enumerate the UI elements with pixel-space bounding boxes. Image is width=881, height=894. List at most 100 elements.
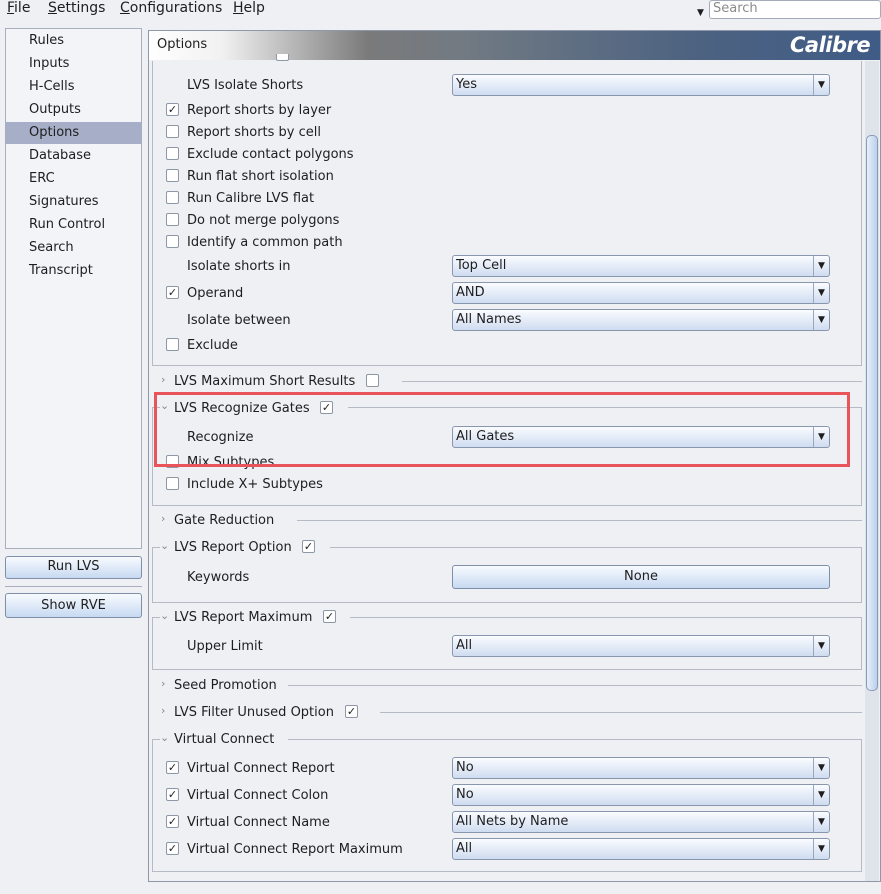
vc-colon-value: No	[456, 787, 474, 802]
isolate-shorts-value: Yes	[456, 77, 477, 92]
keywords-label: Keywords	[187, 570, 250, 585]
menu-settings[interactable]: Settings	[48, 0, 105, 18]
panel-title: Options	[157, 37, 208, 52]
sidebar-item-search[interactable]: Search	[6, 237, 141, 259]
max-short-label[interactable]: LVS Maximum Short Results	[174, 374, 355, 390]
vc-colon-checkbox[interactable]: ✓	[166, 788, 179, 801]
common-path-label: Identify a common path	[187, 235, 343, 250]
chevron-down-icon: ▼	[813, 812, 829, 832]
chevron-down-icon[interactable]: ⌄	[160, 732, 169, 744]
run-flat-isolation-checkbox[interactable]	[166, 169, 179, 182]
menu-settings-mnemonic: S	[48, 0, 57, 16]
menu-file-mnemonic: F	[7, 0, 15, 16]
no-merge-checkbox[interactable]	[166, 213, 179, 226]
panel-header	[149, 31, 880, 60]
report-maximum-label[interactable]: LVS Report Maximum	[174, 610, 312, 626]
sidebar-item-h-cells[interactable]: H-Cells	[6, 76, 141, 98]
report-by-cell-checkbox[interactable]	[166, 125, 179, 138]
sidebar-item-transcript[interactable]: Transcript	[6, 260, 141, 282]
chevron-right-icon[interactable]: ›	[161, 678, 165, 690]
chevron-down-icon: ▼	[813, 839, 829, 859]
isolate-in-select[interactable]: Top Cell ▼	[452, 255, 830, 277]
menu-file[interactable]: File	[7, 0, 30, 18]
no-merge-label: Do not merge polygons	[187, 213, 340, 228]
section-divider	[288, 685, 862, 686]
exclude-contact-checkbox[interactable]	[166, 147, 179, 160]
vc-name-value: All Nets by Name	[456, 814, 569, 829]
exclude-checkbox[interactable]	[166, 338, 179, 351]
chevron-down-icon[interactable]: ⌄	[160, 610, 169, 622]
search-dropdown-icon[interactable]: ▼	[697, 8, 704, 18]
vc-report-max-checkbox[interactable]: ✓	[166, 842, 179, 855]
operand-checkbox[interactable]: ✓	[166, 286, 179, 299]
sidebar-item-signatures[interactable]: Signatures	[6, 191, 141, 213]
include-x-subtypes-checkbox[interactable]	[166, 477, 179, 490]
checkbox-partial[interactable]	[276, 54, 289, 61]
run-calibre-flat-checkbox[interactable]	[166, 191, 179, 204]
sidebar-item-outputs[interactable]: Outputs	[6, 99, 141, 121]
vc-colon-label: Virtual Connect Colon	[187, 788, 329, 803]
sidebar-item-options[interactable]: Options	[6, 122, 141, 144]
section-divider	[297, 520, 862, 521]
chevron-right-icon[interactable]: ›	[161, 374, 165, 386]
show-rve-button[interactable]: Show RVE	[5, 593, 142, 618]
filter-unused-label[interactable]: LVS Filter Unused Option	[174, 705, 334, 721]
chevron-right-icon[interactable]: ›	[161, 705, 165, 717]
section-divider	[380, 712, 862, 713]
filter-unused-checkbox[interactable]: ✓	[345, 705, 358, 718]
run-calibre-flat-label: Run Calibre LVS flat	[187, 191, 315, 206]
vc-name-label: Virtual Connect Name	[187, 815, 330, 830]
virtual-connect-label[interactable]: Virtual Connect	[174, 732, 274, 748]
max-short-checkbox[interactable]	[366, 374, 379, 387]
operand-value: AND	[456, 285, 485, 300]
exclude-contact-label: Exclude contact polygons	[187, 147, 354, 162]
vc-report-checkbox[interactable]: ✓	[166, 761, 179, 774]
chevron-down-icon: ▼	[813, 256, 829, 276]
report-maximum-checkbox[interactable]: ✓	[323, 610, 336, 623]
vc-name-checkbox[interactable]: ✓	[166, 815, 179, 828]
sidebar-item-run-control[interactable]: Run Control	[6, 214, 141, 236]
search-input[interactable]: Search	[709, 0, 881, 19]
menu-help[interactable]: Help	[233, 0, 265, 18]
isolate-in-label: Isolate shorts in	[187, 259, 291, 274]
seed-promotion-label[interactable]: Seed Promotion	[174, 678, 277, 694]
menu-settings-label: ettings	[56, 0, 106, 16]
chevron-down-icon: ▼	[813, 75, 829, 95]
operand-select[interactable]: AND ▼	[452, 282, 830, 304]
chevron-down-icon: ▼	[813, 758, 829, 778]
menu-configurations[interactable]: Configurations	[120, 0, 222, 18]
vc-colon-select[interactable]: No ▼	[452, 784, 830, 806]
sidebar-item-database[interactable]: Database	[6, 145, 141, 167]
isolate-in-value: Top Cell	[456, 258, 507, 273]
report-option-label[interactable]: LVS Report Option	[174, 540, 292, 556]
report-option-checkbox[interactable]: ✓	[302, 540, 315, 553]
upper-limit-select[interactable]: All ▼	[452, 635, 830, 657]
vc-report-select[interactable]: No ▼	[452, 757, 830, 779]
menu-configurations-mnemonic: C	[120, 0, 130, 16]
include-x-subtypes-label: Include X+ Subtypes	[187, 477, 323, 492]
chevron-right-icon[interactable]: ›	[161, 513, 165, 525]
scrollbar-thumb[interactable]	[866, 135, 878, 691]
chevron-down-icon: ▼	[813, 310, 829, 330]
report-by-layer-checkbox[interactable]: ✓	[166, 103, 179, 116]
report-by-cell-label: Report shorts by cell	[187, 125, 321, 140]
sidebar-item-erc[interactable]: ERC	[6, 168, 141, 190]
isolate-between-select[interactable]: All Names ▼	[452, 309, 830, 331]
vc-report-max-select[interactable]: All ▼	[452, 838, 830, 860]
sidebar-item-inputs[interactable]: Inputs	[6, 53, 141, 75]
sidebar-item-rules[interactable]: Rules	[6, 30, 141, 52]
run-lvs-button[interactable]: Run LVS	[5, 556, 142, 579]
common-path-checkbox[interactable]	[166, 235, 179, 248]
section-divider	[402, 381, 862, 382]
isolate-shorts-select[interactable]: Yes ▼	[452, 74, 830, 96]
chevron-down-icon[interactable]: ⌄	[160, 540, 169, 552]
vc-name-select[interactable]: All Nets by Name ▼	[452, 811, 830, 833]
highlight-box	[154, 392, 850, 467]
calibre-logo: Calibre	[790, 33, 871, 57]
isolate-between-value: All Names	[456, 312, 522, 327]
keywords-button[interactable]: None	[452, 565, 830, 589]
gate-reduction-label[interactable]: Gate Reduction	[174, 513, 274, 529]
vc-report-max-value: All	[456, 841, 473, 856]
vc-report-max-label: Virtual Connect Report Maximum	[187, 842, 403, 857]
chevron-down-icon: ▼	[813, 636, 829, 656]
